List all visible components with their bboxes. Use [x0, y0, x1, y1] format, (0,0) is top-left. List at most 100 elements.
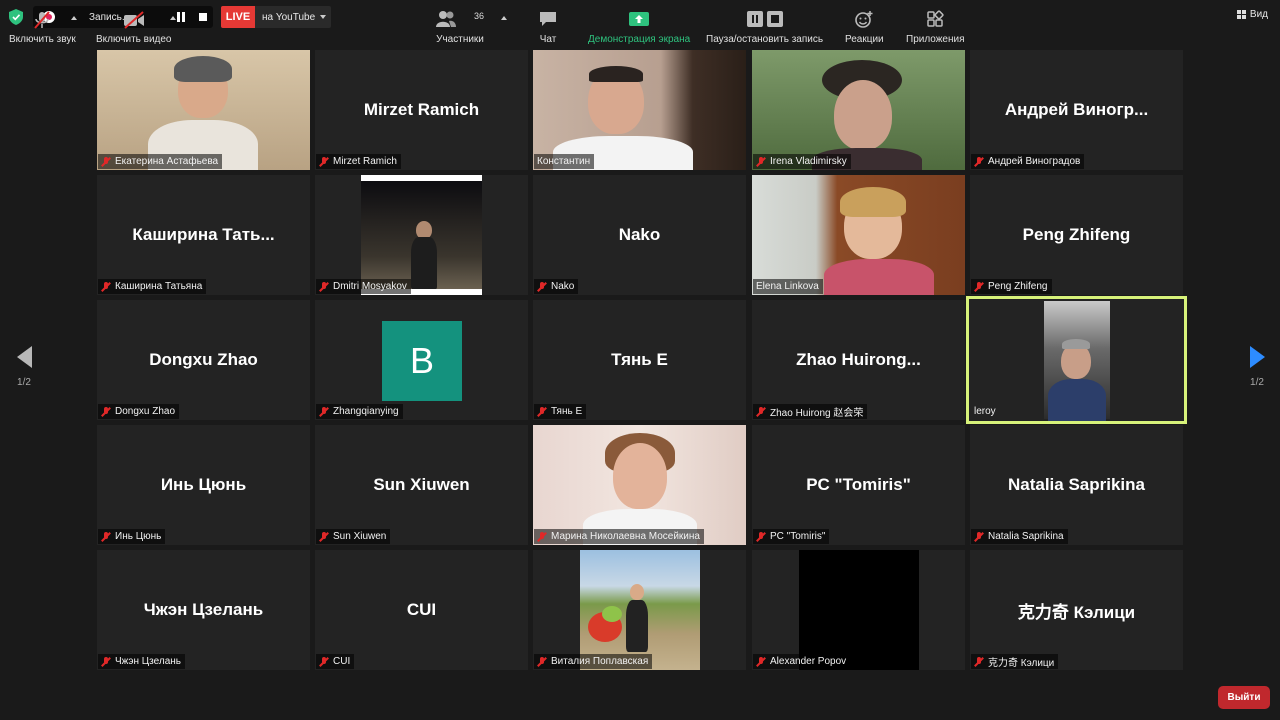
participant-display-name: Каширина Тать... [132, 225, 275, 244]
pause-recording-button[interactable] [177, 12, 186, 22]
view-button[interactable]: Вид [1236, 9, 1268, 20]
arrow-left-icon [16, 346, 32, 368]
participant-nameplate: Андрей Виноградов [971, 154, 1085, 169]
participant-tile[interactable]: 克力奇 Кэлици 克力奇 Кэлици [970, 550, 1183, 670]
participant-tile[interactable]: Тянь Е Тянь Е [533, 300, 746, 420]
participant-tile[interactable]: Peng Zhifeng Peng Zhifeng [970, 175, 1183, 295]
participants-count: 36 [474, 11, 485, 21]
share-screen-icon [628, 10, 650, 28]
participant-nameplate: Sun Xiuwen [316, 529, 391, 544]
participant-nameplate: Natalia Saprikina [971, 529, 1068, 544]
participant-tile[interactable]: Dongxu Zhao Dongxu Zhao [97, 300, 310, 420]
participant-tile[interactable]: Андрей Виногр... Андрей Виноградов [970, 50, 1183, 170]
participant-tile[interactable]: Irena Vladimirsky [752, 50, 965, 170]
participant-video [799, 550, 919, 670]
mic-muted-icon [101, 656, 111, 667]
participant-video [533, 425, 746, 545]
apps-icon [926, 10, 944, 28]
participant-nameplate: Чжэн Цзелань [98, 654, 185, 669]
mic-muted-icon [756, 406, 766, 417]
pause-stop-recording-label: Пауза/остановить запись [706, 34, 824, 45]
participant-tile[interactable]: Марина Николаевна Мосейкина [533, 425, 746, 545]
live-badge: LIVE [221, 6, 255, 28]
mic-muted-icon [537, 656, 547, 667]
participant-display-name: Nako [618, 225, 661, 244]
participant-nameplate: Elena Linkova [753, 279, 823, 294]
previous-page-button[interactable]: 1/2 [11, 346, 37, 388]
share-screen-button[interactable]: Демонстрация экрана [588, 10, 690, 45]
chevron-down-icon [320, 15, 327, 19]
mic-muted-icon [974, 156, 984, 167]
participant-tile[interactable]: Виталия Поплавская [533, 550, 746, 670]
participant-display-name: Mirzet Ramich [363, 100, 480, 119]
participant-tile[interactable]: Elena Linkova [752, 175, 965, 295]
start-video-label: Включить видео [96, 34, 172, 45]
participant-nameplate: Dongxu Zhao [98, 404, 180, 419]
participant-tile[interactable]: Чжэн Цзелань Чжэн Цзелань [97, 550, 310, 670]
video-options-chevron[interactable] [170, 16, 176, 20]
stop-recording-button[interactable] [199, 13, 207, 21]
mic-muted-icon [537, 406, 547, 417]
participant-display-name: CUI [406, 600, 437, 619]
page-indicator-left: 1/2 [17, 377, 31, 388]
participant-video [361, 175, 482, 295]
unmute-audio-button[interactable]: Включить звук [9, 10, 76, 45]
mic-muted-icon [319, 656, 329, 667]
next-page-button[interactable]: 1/2 [1244, 346, 1270, 388]
participants-options-chevron[interactable] [501, 16, 507, 20]
participant-nameplate: Alexander Popov [753, 654, 851, 669]
participant-tile[interactable]: Екатерина Астафьева [97, 50, 310, 170]
audio-options-chevron[interactable] [71, 16, 77, 20]
participant-avatar: B [382, 321, 462, 401]
participants-label: Участники [436, 34, 484, 45]
mic-muted-icon [756, 656, 766, 667]
participant-video [752, 50, 965, 170]
reactions-button[interactable]: Реакции [845, 10, 884, 45]
active-speaker-tile[interactable]: leroy [966, 296, 1187, 424]
participant-nameplate: Zhao Huirong 赵会荣 [753, 404, 868, 419]
mic-muted-icon [974, 281, 984, 292]
participant-nameplate: Dmitri Mosyakov [316, 279, 411, 294]
participant-nameplate: Nako [534, 279, 579, 294]
participant-tile[interactable]: Каширина Тать... Каширина Татьяна [97, 175, 310, 295]
gallery-grid: Екатерина Астафьева Mirzet Ramich Mirzet… [97, 50, 1187, 670]
apps-button[interactable]: Приложения [906, 10, 965, 45]
participant-tile[interactable]: Alexander Popov [752, 550, 965, 670]
participant-tile[interactable]: Инь Цюнь Инь Цюнь [97, 425, 310, 545]
chat-label: Чат [539, 34, 557, 45]
participant-display-name: Dongxu Zhao [149, 350, 258, 369]
leave-meeting-button[interactable]: Выйти [1218, 686, 1270, 709]
participant-video [752, 175, 965, 295]
participant-tile[interactable]: CUI CUI [315, 550, 528, 670]
participant-nameplate: Марина Николаевна Мосейкина [534, 529, 704, 544]
mic-muted-icon [319, 156, 329, 167]
meeting-toolbar [0, 672, 1280, 720]
participant-tile[interactable]: Sun Xiuwen Sun Xiuwen [315, 425, 528, 545]
start-video-button[interactable]: Включить видео [96, 10, 172, 45]
participants-icon: 36 [435, 10, 485, 28]
live-destination-dropdown[interactable]: на YouTube [255, 6, 331, 28]
share-screen-label: Демонстрация экрана [588, 34, 691, 45]
participant-nameplate: Екатерина Астафьева [98, 154, 223, 169]
participants-button[interactable]: 36 Участники [435, 10, 485, 45]
participant-tile[interactable]: Mirzet Ramich Mirzet Ramich [315, 50, 528, 170]
video-off-icon [123, 10, 145, 29]
participant-tile[interactable]: Natalia Saprikina Natalia Saprikina [970, 425, 1183, 545]
participant-display-name: Андрей Виногр... [1004, 100, 1149, 119]
participant-tile[interactable]: B Zhangqianying [315, 300, 528, 420]
smiley-icon [854, 10, 874, 28]
mic-muted-icon [756, 531, 766, 542]
view-label: Вид [1249, 9, 1268, 20]
participant-tile[interactable]: Zhao Huirong... Zhao Huirong 赵会荣 [752, 300, 965, 420]
participant-display-name: Тянь Е [611, 350, 668, 369]
chat-button[interactable]: Чат [538, 10, 558, 45]
participant-tile[interactable]: Dmitri Mosyakov [315, 175, 528, 295]
participant-tile[interactable]: Nako Nako [533, 175, 746, 295]
participant-video [142, 56, 262, 170]
pause-stop-recording-button[interactable]: Пауза/остановить запись [706, 10, 823, 45]
participant-nameplate: 克力奇 Кэлици [971, 654, 1059, 669]
participant-nameplate: leroy [974, 406, 996, 417]
participant-tile[interactable]: Константин [533, 50, 746, 170]
participant-display-name: 克力奇 Кэлици [1017, 602, 1136, 622]
participant-tile[interactable]: PC "Tomiris" PC "Tomiris" [752, 425, 965, 545]
